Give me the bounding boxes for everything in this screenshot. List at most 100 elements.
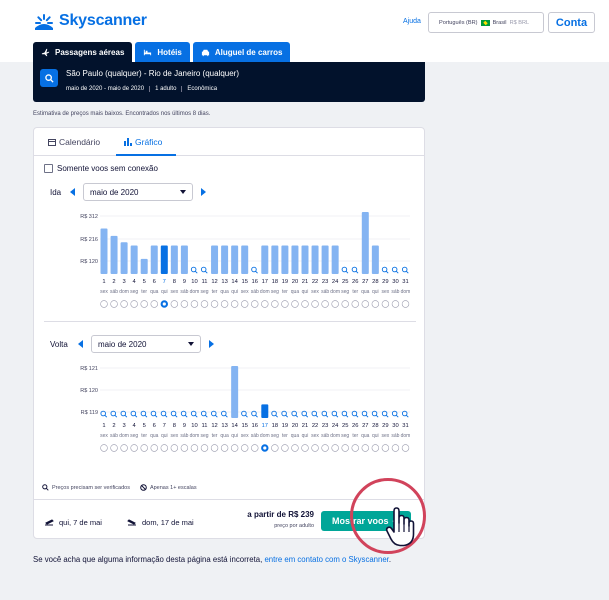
search-cabin: Econômica xyxy=(181,86,222,92)
weekday-label: seg xyxy=(341,433,349,439)
locale-selector[interactable]: Português (BR) Brasil R$ BRL xyxy=(428,12,544,33)
chart-legend: Preços precisam ser verificados Apenas 1… xyxy=(42,484,197,491)
day-selector-dot xyxy=(150,444,158,452)
day-selector-dot xyxy=(200,300,209,308)
weekday-label: sex xyxy=(311,433,319,439)
weekday-label: qua xyxy=(220,433,229,439)
weekday-label: qui xyxy=(231,433,238,439)
outbound-date: qui, 7 de mai xyxy=(44,517,102,527)
day-label: 29 xyxy=(382,423,388,429)
day-label: 8 xyxy=(173,279,176,285)
day-selector-dot xyxy=(241,444,249,452)
help-link[interactable]: Ajuda xyxy=(403,18,421,25)
day-label: 30 xyxy=(392,279,398,285)
day-label: 19 xyxy=(282,423,288,429)
day-label: 27 xyxy=(362,423,368,429)
outbound-month-select[interactable]: maio de 2020 xyxy=(83,183,193,201)
y-tick-label: R$ 120 xyxy=(80,388,98,394)
weekday-label: seg xyxy=(271,289,279,295)
day-selector-dot xyxy=(170,300,179,308)
outbound-next-month-icon[interactable] xyxy=(201,188,206,196)
day-label: 29 xyxy=(382,279,388,285)
weekday-label: seg xyxy=(271,433,279,439)
magnifier-icon xyxy=(401,266,408,273)
search-summary[interactable]: São Paulo (qualquer) - Rio de Janeiro (q… xyxy=(33,62,425,102)
legend-verify: Preços precisam ser verificados xyxy=(42,484,130,491)
tab-flights[interactable]: Passagens aéreas xyxy=(33,42,133,62)
day-label: 8 xyxy=(173,423,176,429)
day-label: 22 xyxy=(312,423,318,429)
tab-hotels[interactable]: Hotéis xyxy=(135,42,190,62)
plane-icon xyxy=(41,48,50,56)
contact-link[interactable]: entre em contato com o Skyscanner xyxy=(264,555,388,564)
weekday-label: ter xyxy=(141,289,147,295)
magnifier-icon xyxy=(355,270,359,274)
weekday-label: sáb xyxy=(180,289,188,295)
inbound-chart-svg: R$ 121R$ 120R$ 1191sex2sáb3dom4seg5ter6q… xyxy=(80,366,410,452)
tab-calendar[interactable]: Calendário xyxy=(48,137,100,147)
magnifier-icon xyxy=(325,414,329,418)
weekday-label: sex xyxy=(100,433,108,439)
skyscanner-logo[interactable]: Skyscanner xyxy=(33,12,147,30)
day-selector-dot-center xyxy=(263,446,267,450)
magnifier-icon xyxy=(154,414,158,418)
magnifier-icon xyxy=(200,266,207,273)
day-selector-dot xyxy=(341,444,349,452)
magnifier-icon xyxy=(144,414,148,418)
day-selector-dot xyxy=(140,300,148,308)
day-selector-dot xyxy=(401,444,410,452)
magnifier-icon xyxy=(285,414,289,418)
day-selector-dot xyxy=(361,300,369,308)
weekday-label: ter xyxy=(141,433,147,439)
price-bar xyxy=(281,245,289,274)
weekday-label: sex xyxy=(382,289,390,295)
outbound-label: Ida xyxy=(50,187,62,197)
price-sub: preço por adulto xyxy=(274,523,314,529)
day-selector-dot xyxy=(331,444,339,452)
price-bar xyxy=(160,245,168,274)
day-selector-dot xyxy=(160,444,169,452)
tab-graph[interactable]: Gráfico xyxy=(124,137,162,147)
bar-chart-icon xyxy=(124,138,132,146)
day-label: 25 xyxy=(342,423,348,429)
weekday-label: dom xyxy=(330,433,340,439)
day-label: 1 xyxy=(102,279,105,285)
active-tab-indicator xyxy=(116,154,176,156)
magnifier-icon xyxy=(381,266,388,273)
weekday-label: sáb xyxy=(110,289,118,295)
price-bar xyxy=(100,228,108,274)
day-label: 31 xyxy=(402,423,408,429)
day-selector-dot xyxy=(321,300,329,308)
day-label: 11 xyxy=(201,279,207,285)
price-bar xyxy=(231,245,239,274)
day-selector-dot xyxy=(311,444,319,452)
weekday-label: sáb xyxy=(251,433,259,439)
day-selector-dot xyxy=(301,444,309,452)
weekday-label: ter xyxy=(212,433,218,439)
price-bar xyxy=(271,245,279,274)
language-label: Português (BR) xyxy=(439,19,478,26)
y-tick-label: R$ 121 xyxy=(80,366,98,372)
inbound-next-month-icon[interactable] xyxy=(209,340,214,348)
nonstop-checkbox[interactable] xyxy=(44,164,53,173)
weekday-label: dom xyxy=(119,289,129,295)
day-label: 20 xyxy=(292,423,298,429)
inbound-prev-month-icon[interactable] xyxy=(78,340,83,348)
search-button[interactable] xyxy=(40,69,58,87)
day-label: 23 xyxy=(322,423,328,429)
inbound-month-select[interactable]: maio de 2020 xyxy=(91,335,201,353)
outbound-prev-month-icon[interactable] xyxy=(70,188,75,196)
weekday-label: sáb xyxy=(321,289,329,295)
magnifier-icon xyxy=(355,414,359,418)
day-selector-dot xyxy=(321,444,329,452)
weekday-label: qui xyxy=(372,433,379,439)
weekday-label: dom xyxy=(119,433,129,439)
weekday-label: seg xyxy=(200,289,208,295)
tab-car-hire[interactable]: Aluguel de carros xyxy=(192,42,291,62)
weekday-label: sex xyxy=(170,433,178,439)
day-selector-dot xyxy=(190,444,199,452)
nonstop-filter[interactable]: Somente voos sem conexão xyxy=(44,164,158,173)
day-label: 7 xyxy=(163,423,166,429)
day-selector-dot xyxy=(341,300,349,308)
account-button[interactable]: Conta xyxy=(548,12,595,33)
